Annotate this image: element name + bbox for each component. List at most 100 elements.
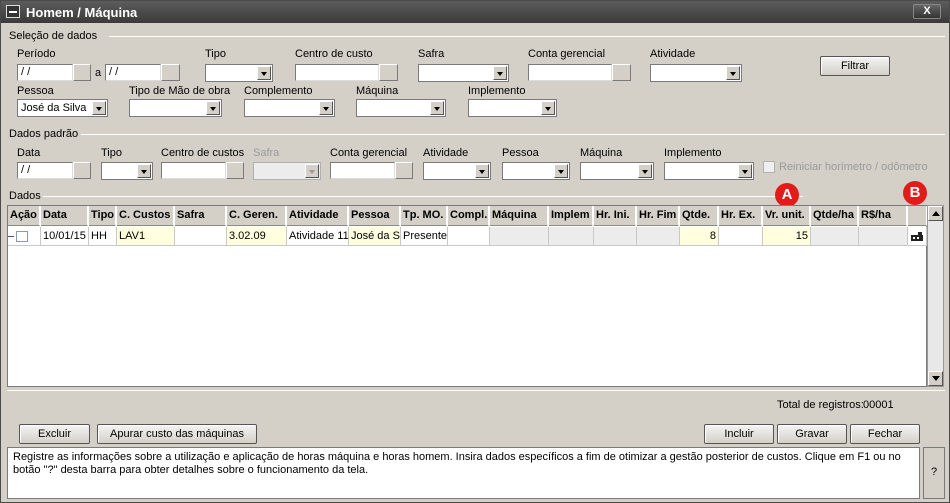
tipo-select[interactable] (205, 64, 273, 82)
chevron-down-icon[interactable] (638, 164, 652, 178)
tipo-mao-obra-select[interactable] (129, 99, 222, 117)
vr-unit-cell[interactable]: 15 (763, 227, 811, 246)
hr-fim-cell[interactable] (637, 227, 680, 246)
padrao-centro-field[interactable] (161, 162, 226, 179)
machine-icon[interactable] (910, 231, 924, 243)
column-header[interactable]: R$/ha (859, 206, 907, 226)
column-header[interactable]: Tp. MO. (401, 206, 447, 226)
chevron-down-icon[interactable] (738, 164, 752, 178)
excluir-button[interactable]: Excluir (19, 424, 90, 444)
padrao-tipo-select[interactable] (101, 162, 153, 180)
safra-cell[interactable] (175, 227, 227, 246)
grid-vertical-scrollbar[interactable] (927, 205, 944, 387)
safra-label: Safra (418, 48, 445, 60)
acao-cell[interactable] (8, 227, 41, 246)
column-header[interactable]: Qtde. (680, 206, 718, 226)
help-text: Registre as informações sobre a utilizaç… (7, 447, 920, 499)
padrao-data-field[interactable]: / / (17, 162, 73, 179)
column-header[interactable]: Hr. Ex. (719, 206, 762, 226)
column-header[interactable]: Tipo (89, 206, 116, 226)
implem-cell[interactable] (549, 227, 594, 246)
column-header[interactable]: Implem (549, 206, 593, 226)
column-header[interactable]: Compl. (448, 206, 489, 226)
filtrar-button[interactable]: Filtrar (820, 56, 890, 76)
column-header[interactable]: Hr. Fim (637, 206, 679, 226)
column-header[interactable]: Vr. unit. (763, 206, 810, 226)
chevron-down-icon[interactable] (430, 101, 444, 115)
section-title-dados: Dados (9, 190, 41, 202)
column-header[interactable]: Data (41, 206, 88, 226)
safra-select[interactable] (418, 64, 509, 82)
atividade-cell[interactable]: Atividade 11 (287, 227, 349, 246)
close-button[interactable]: X (913, 4, 941, 19)
qtde-ha-cell[interactable] (811, 227, 859, 246)
conta-gerencial-field[interactable] (528, 64, 612, 81)
divider (109, 36, 945, 37)
column-header[interactable]: Qtde/ha (811, 206, 858, 226)
padrao-conta-lookup-button[interactable] (395, 162, 413, 179)
periodo-start-field[interactable]: / / (17, 64, 73, 81)
column-header[interactable]: C. Geren. (227, 206, 286, 226)
periodo-start-calendar-button[interactable] (73, 64, 91, 81)
chevron-down-icon[interactable] (257, 66, 271, 80)
padrao-conta-field[interactable] (330, 162, 395, 179)
chevron-down-icon[interactable] (137, 164, 151, 178)
column-header[interactable]: Safra (175, 206, 226, 226)
padrao-data-calendar-button[interactable] (73, 162, 91, 179)
qtde-cell[interactable]: 8 (680, 227, 719, 246)
centro-custo-field[interactable] (295, 64, 379, 81)
compl-cell[interactable] (448, 227, 490, 246)
conta-gerencial-lookup-button[interactable] (612, 64, 631, 81)
apurar-custo-button[interactable]: Apurar custo das máquinas (97, 424, 257, 444)
gravar-button[interactable]: Gravar (777, 424, 847, 444)
pessoa-cell[interactable]: José da Si (349, 227, 401, 246)
column-header[interactable]: Pessoa (349, 206, 400, 226)
centro-custo-lookup-button[interactable] (379, 64, 398, 81)
atividade-select[interactable] (650, 64, 742, 82)
padrao-maquina-select[interactable] (580, 162, 654, 180)
atividade-label: Atividade (650, 48, 696, 60)
hr-ex-cell[interactable] (719, 227, 763, 246)
c-custos-cell[interactable]: LAV1 (117, 227, 175, 246)
window-menu-icon[interactable] (6, 5, 20, 18)
row-checkbox[interactable] (8, 231, 28, 242)
scroll-down-icon[interactable] (928, 371, 943, 386)
chevron-down-icon[interactable] (554, 164, 568, 178)
help-button[interactable]: ? (923, 447, 945, 499)
maquina-cell[interactable] (490, 227, 549, 246)
padrao-pessoa-select[interactable] (502, 162, 570, 180)
scroll-up-icon[interactable] (928, 206, 943, 221)
tp-mo-cell[interactable]: Presente (401, 227, 448, 246)
row-action-cell[interactable] (908, 227, 927, 246)
chevron-down-icon[interactable] (92, 101, 106, 115)
rs-ha-cell[interactable] (859, 227, 908, 246)
column-header[interactable]: Atividade (287, 206, 348, 226)
chevron-down-icon[interactable] (475, 164, 489, 178)
complemento-select[interactable] (244, 99, 335, 117)
implemento-select[interactable] (468, 99, 557, 117)
maquina-select[interactable] (356, 99, 446, 117)
tipo-cell[interactable]: HH (89, 227, 117, 246)
column-header[interactable]: Hr. Ini. (594, 206, 636, 226)
column-header (908, 206, 927, 226)
column-header[interactable]: C. Custos (117, 206, 174, 226)
incluir-button[interactable]: Incluir (704, 424, 774, 444)
fechar-button[interactable]: Fechar (850, 424, 920, 444)
chevron-down-icon[interactable] (541, 101, 555, 115)
column-header[interactable]: Ação (8, 206, 40, 226)
divider (43, 196, 803, 197)
column-header[interactable]: Máquina (490, 206, 548, 226)
chevron-down-icon[interactable] (493, 66, 507, 80)
chevron-down-icon[interactable] (206, 101, 220, 115)
periodo-end-field[interactable]: / / (105, 64, 161, 81)
pessoa-select[interactable]: José da Silva (17, 99, 108, 117)
c-geren-cell[interactable]: 3.02.09 (227, 227, 287, 246)
chevron-down-icon[interactable] (319, 101, 333, 115)
periodo-end-calendar-button[interactable] (161, 64, 180, 81)
padrao-implemento-select[interactable] (664, 162, 754, 180)
padrao-atividade-select[interactable] (423, 162, 491, 180)
padrao-centro-lookup-button[interactable] (226, 162, 244, 179)
hr-ini-cell[interactable] (594, 227, 637, 246)
chevron-down-icon[interactable] (726, 66, 740, 80)
data-cell[interactable]: 10/01/15 (41, 227, 89, 246)
